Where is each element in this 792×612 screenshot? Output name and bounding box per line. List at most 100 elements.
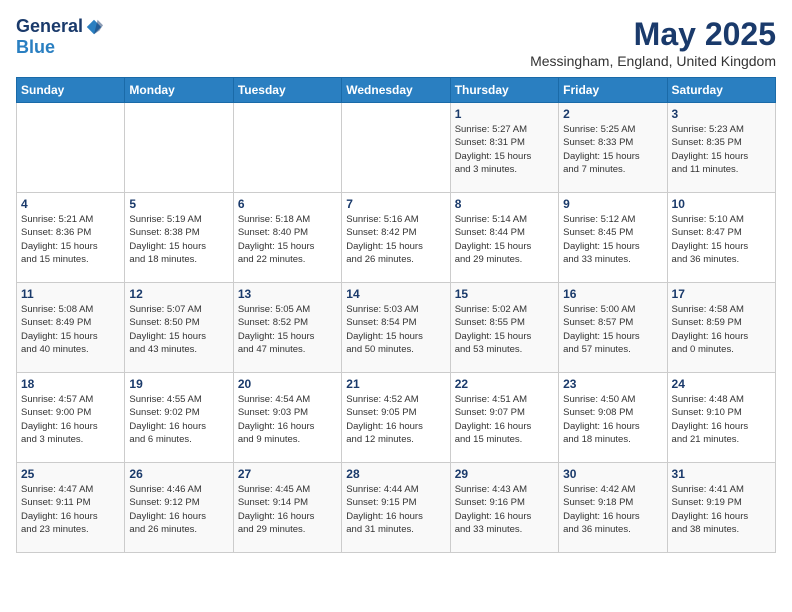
logo-general: General [16, 16, 83, 37]
day-info: Sunrise: 4:55 AM Sunset: 9:02 PM Dayligh… [129, 393, 228, 446]
day-info: Sunrise: 4:42 AM Sunset: 9:18 PM Dayligh… [563, 483, 662, 536]
calendar-week-4: 18Sunrise: 4:57 AM Sunset: 9:00 PM Dayli… [17, 373, 776, 463]
page-header: General Blue May 2025 Messingham, Englan… [16, 16, 776, 69]
day-info: Sunrise: 5:23 AM Sunset: 8:35 PM Dayligh… [672, 123, 771, 176]
day-number: 17 [672, 287, 771, 301]
day-number: 2 [563, 107, 662, 121]
logo: General Blue [16, 16, 103, 58]
day-info: Sunrise: 5:05 AM Sunset: 8:52 PM Dayligh… [238, 303, 337, 356]
calendar-header-row: SundayMondayTuesdayWednesdayThursdayFrid… [17, 78, 776, 103]
day-info: Sunrise: 4:44 AM Sunset: 9:15 PM Dayligh… [346, 483, 445, 536]
day-number: 14 [346, 287, 445, 301]
calendar-cell [342, 103, 450, 193]
calendar-cell: 15 Sunrise: 5:02 AM Sunset: 8:55 PM Dayli… [450, 283, 558, 373]
calendar-cell: 29 Sunrise: 4:43 AM Sunset: 9:16 PM Dayli… [450, 463, 558, 553]
calendar-week-1: 1 Sunrise: 5:27 AM Sunset: 8:31 PM Daylig… [17, 103, 776, 193]
day-number: 13 [238, 287, 337, 301]
calendar-week-2: 4 Sunrise: 5:21 AM Sunset: 8:36 PM Daylig… [17, 193, 776, 283]
day-info: Sunrise: 5:19 AM Sunset: 8:38 PM Dayligh… [129, 213, 228, 266]
day-number: 16 [563, 287, 662, 301]
day-number: 9 [563, 197, 662, 211]
month-title: May 2025 [530, 16, 776, 53]
calendar-cell [125, 103, 233, 193]
calendar-cell [233, 103, 341, 193]
day-info: Sunrise: 4:43 AM Sunset: 9:16 PM Dayligh… [455, 483, 554, 536]
day-number: 31 [672, 467, 771, 481]
calendar-cell: 5 Sunrise: 5:19 AM Sunset: 8:38 PM Daylig… [125, 193, 233, 283]
day-info: Sunrise: 5:14 AM Sunset: 8:44 PM Dayligh… [455, 213, 554, 266]
day-info: Sunrise: 5:00 AM Sunset: 8:57 PM Dayligh… [563, 303, 662, 356]
day-info: Sunrise: 4:57 AM Sunset: 9:00 PM Dayligh… [21, 393, 120, 446]
day-info: Sunrise: 4:45 AM Sunset: 9:14 PM Dayligh… [238, 483, 337, 536]
calendar-cell: 4 Sunrise: 5:21 AM Sunset: 8:36 PM Daylig… [17, 193, 125, 283]
day-number: 26 [129, 467, 228, 481]
calendar-cell: 11 Sunrise: 5:08 AM Sunset: 8:49 PM Dayli… [17, 283, 125, 373]
day-number: 22 [455, 377, 554, 391]
day-info: Sunrise: 4:47 AM Sunset: 9:11 PM Dayligh… [21, 483, 120, 536]
day-info: Sunrise: 5:08 AM Sunset: 8:49 PM Dayligh… [21, 303, 120, 356]
day-number: 24 [672, 377, 771, 391]
day-info: Sunrise: 5:12 AM Sunset: 8:45 PM Dayligh… [563, 213, 662, 266]
calendar-cell: 7Sunrise: 5:16 AM Sunset: 8:42 PM Daylig… [342, 193, 450, 283]
calendar-cell: 20 Sunrise: 4:54 AM Sunset: 9:03 PM Dayli… [233, 373, 341, 463]
day-number: 21 [346, 377, 445, 391]
day-info: Sunrise: 4:52 AM Sunset: 9:05 PM Dayligh… [346, 393, 445, 446]
day-number: 12 [129, 287, 228, 301]
day-number: 6 [238, 197, 337, 211]
calendar-cell: 17Sunrise: 4:58 AM Sunset: 8:59 PM Dayli… [667, 283, 775, 373]
calendar-week-5: 25 Sunrise: 4:47 AM Sunset: 9:11 PM Dayli… [17, 463, 776, 553]
calendar-cell: 6 Sunrise: 5:18 AM Sunset: 8:40 PM Daylig… [233, 193, 341, 283]
calendar-cell: 24 Sunrise: 4:48 AM Sunset: 9:10 PM Dayli… [667, 373, 775, 463]
day-info: Sunrise: 5:18 AM Sunset: 8:40 PM Dayligh… [238, 213, 337, 266]
title-block: May 2025 Messingham, England, United Kin… [530, 16, 776, 69]
calendar-cell: 31 Sunrise: 4:41 AM Sunset: 9:19 PM Dayli… [667, 463, 775, 553]
calendar-cell: 12Sunrise: 5:07 AM Sunset: 8:50 PM Dayli… [125, 283, 233, 373]
day-number: 4 [21, 197, 120, 211]
day-info: Sunrise: 4:54 AM Sunset: 9:03 PM Dayligh… [238, 393, 337, 446]
day-info: Sunrise: 4:50 AM Sunset: 9:08 PM Dayligh… [563, 393, 662, 446]
column-header-tuesday: Tuesday [233, 78, 341, 103]
day-info: Sunrise: 4:48 AM Sunset: 9:10 PM Dayligh… [672, 393, 771, 446]
calendar-week-3: 11 Sunrise: 5:08 AM Sunset: 8:49 PM Dayli… [17, 283, 776, 373]
day-info: Sunrise: 5:02 AM Sunset: 8:55 PM Dayligh… [455, 303, 554, 356]
day-info: Sunrise: 4:41 AM Sunset: 9:19 PM Dayligh… [672, 483, 771, 536]
day-number: 1 [455, 107, 554, 121]
day-info: Sunrise: 4:46 AM Sunset: 9:12 PM Dayligh… [129, 483, 228, 536]
day-info: Sunrise: 5:25 AM Sunset: 8:33 PM Dayligh… [563, 123, 662, 176]
calendar-cell: 1 Sunrise: 5:27 AM Sunset: 8:31 PM Daylig… [450, 103, 558, 193]
calendar-cell: 28Sunrise: 4:44 AM Sunset: 9:15 PM Dayli… [342, 463, 450, 553]
day-number: 3 [672, 107, 771, 121]
day-info: Sunrise: 5:03 AM Sunset: 8:54 PM Dayligh… [346, 303, 445, 356]
day-info: Sunrise: 4:51 AM Sunset: 9:07 PM Dayligh… [455, 393, 554, 446]
day-number: 11 [21, 287, 120, 301]
calendar-cell: 25 Sunrise: 4:47 AM Sunset: 9:11 PM Dayli… [17, 463, 125, 553]
day-number: 23 [563, 377, 662, 391]
day-number: 7 [346, 197, 445, 211]
column-header-monday: Monday [125, 78, 233, 103]
day-number: 15 [455, 287, 554, 301]
column-header-friday: Friday [559, 78, 667, 103]
calendar-cell: 21 Sunrise: 4:52 AM Sunset: 9:05 PM Dayli… [342, 373, 450, 463]
day-number: 10 [672, 197, 771, 211]
calendar-cell: 10Sunrise: 5:10 AM Sunset: 8:47 PM Dayli… [667, 193, 775, 283]
day-info: Sunrise: 5:21 AM Sunset: 8:36 PM Dayligh… [21, 213, 120, 266]
calendar-table: SundayMondayTuesdayWednesdayThursdayFrid… [16, 77, 776, 553]
calendar-cell: 8 Sunrise: 5:14 AM Sunset: 8:44 PM Daylig… [450, 193, 558, 283]
day-number: 29 [455, 467, 554, 481]
logo-icon [85, 18, 103, 36]
column-header-saturday: Saturday [667, 78, 775, 103]
day-info: Sunrise: 5:27 AM Sunset: 8:31 PM Dayligh… [455, 123, 554, 176]
logo-blue: Blue [16, 37, 55, 57]
calendar-cell: 23 Sunrise: 4:50 AM Sunset: 9:08 PM Dayli… [559, 373, 667, 463]
day-number: 8 [455, 197, 554, 211]
column-header-thursday: Thursday [450, 78, 558, 103]
calendar-cell: 13 Sunrise: 5:05 AM Sunset: 8:52 PM Dayli… [233, 283, 341, 373]
day-number: 25 [21, 467, 120, 481]
calendar-cell: 26 Sunrise: 4:46 AM Sunset: 9:12 PM Dayli… [125, 463, 233, 553]
day-number: 27 [238, 467, 337, 481]
day-number: 20 [238, 377, 337, 391]
calendar-cell: 2 Sunrise: 5:25 AM Sunset: 8:33 PM Daylig… [559, 103, 667, 193]
day-number: 5 [129, 197, 228, 211]
column-header-wednesday: Wednesday [342, 78, 450, 103]
calendar-cell: 3 Sunrise: 5:23 AM Sunset: 8:35 PM Daylig… [667, 103, 775, 193]
